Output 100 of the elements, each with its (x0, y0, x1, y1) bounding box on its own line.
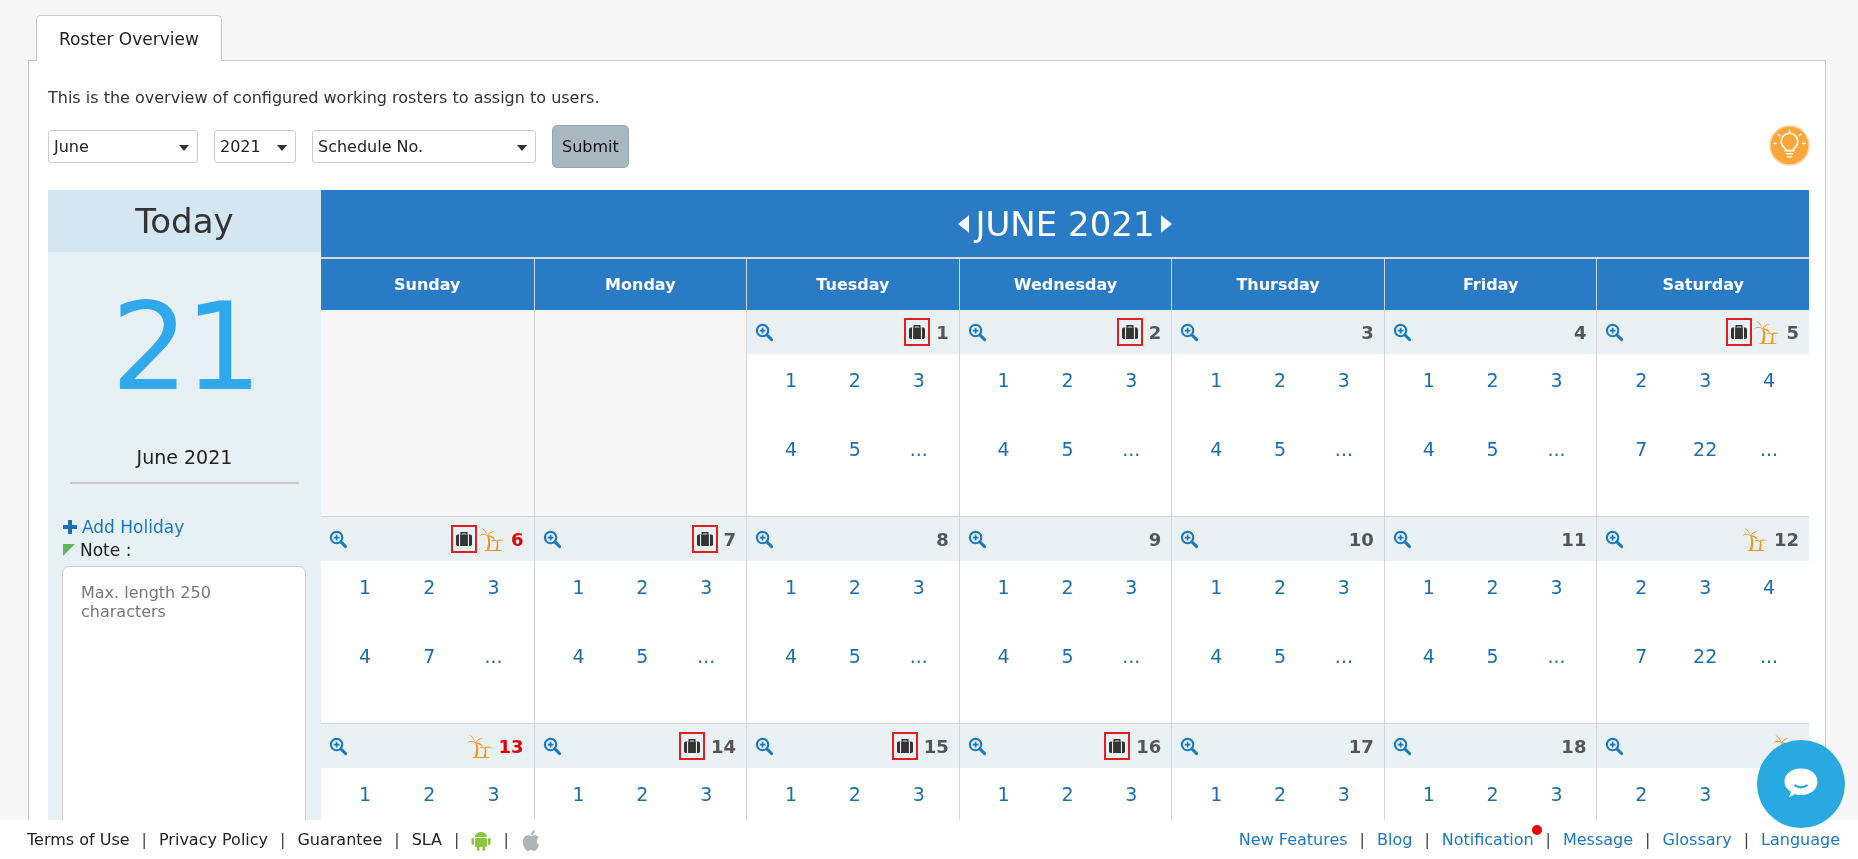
schedule-number-link[interactable]: 2 (1248, 782, 1312, 806)
schedule-number-link[interactable]: 1 (1396, 575, 1461, 599)
footer-link[interactable]: Guarantee (297, 830, 383, 849)
schedule-number-link[interactable]: 3 (1524, 368, 1589, 392)
zoom-in-icon[interactable] (1392, 529, 1412, 549)
schedule-number-link[interactable]: 2 (1460, 368, 1525, 392)
schedule-number-link[interactable]: 1 (1396, 368, 1461, 392)
zoom-in-icon[interactable] (1180, 736, 1200, 756)
briefcase-icon[interactable] (904, 318, 931, 346)
next-arrow-icon[interactable] (1160, 214, 1172, 233)
footer-link[interactable]: Blog (1377, 830, 1413, 849)
zoom-in-icon[interactable] (755, 322, 775, 342)
previous-arrow-icon[interactable] (958, 214, 970, 233)
schedule-number-link[interactable]: 2 (397, 575, 462, 599)
schedule-number-link[interactable]: 1 (546, 575, 611, 599)
schedule-number-link[interactable]: 3 (461, 782, 526, 806)
schedule-number-link[interactable]: 2 (823, 575, 887, 599)
schedule-number-link[interactable]: 1 (333, 782, 398, 806)
schedule-number-link[interactable]: 1 (759, 782, 823, 806)
schedule-number-link[interactable]: 2 (823, 368, 887, 392)
zoom-in-icon[interactable] (329, 736, 348, 756)
schedule-number-link[interactable]: ... (1737, 644, 1801, 668)
schedule-number-link[interactable]: 4 (971, 437, 1036, 461)
schedule-number-link[interactable]: 1 (546, 782, 611, 806)
footer-link[interactable]: Message (1562, 830, 1634, 849)
briefcase-icon[interactable] (1104, 732, 1131, 760)
schedule-number-link[interactable]: 1 (759, 575, 823, 599)
schedule-number-link[interactable]: 3 (886, 782, 951, 806)
schedule-number-link[interactable]: 7 (1609, 437, 1674, 461)
schedule-number-link[interactable]: 4 (1737, 368, 1801, 392)
schedule-number-link[interactable]: 2 (1248, 368, 1312, 392)
schedule-number-link[interactable]: 5 (823, 644, 887, 668)
schedule-number-link[interactable]: 5 (823, 437, 887, 461)
schedule-number-link[interactable]: ... (1099, 437, 1164, 461)
footer-link[interactable]: Notification (1441, 830, 1534, 849)
schedule-number-link[interactable]: 5 (1035, 437, 1100, 461)
schedule-number-link[interactable]: 2 (1609, 575, 1674, 599)
apple-icon[interactable] (520, 828, 541, 851)
schedule-number-link[interactable]: 1 (1396, 782, 1461, 806)
schedule-number-link[interactable]: 1 (971, 575, 1036, 599)
schedule-number-link[interactable]: 3 (1099, 368, 1164, 392)
schedule-number-link[interactable]: ... (1524, 437, 1589, 461)
schedule-number-link[interactable]: 3 (1524, 782, 1589, 806)
schedule-number-link[interactable]: ... (886, 644, 951, 668)
schedule-number-link[interactable]: ... (1737, 437, 1801, 461)
briefcase-icon[interactable] (451, 525, 478, 553)
schedule-number-link[interactable]: ... (461, 644, 526, 668)
schedule-number-link[interactable]: 2 (1035, 368, 1100, 392)
note-field[interactable]: Max. length 250 characters (62, 566, 306, 820)
schedule-number-link[interactable]: 3 (674, 782, 739, 806)
schedule-number-link[interactable]: 4 (1737, 575, 1801, 599)
zoom-in-icon[interactable] (1180, 322, 1200, 342)
schedule-number-link[interactable]: 3 (1099, 575, 1164, 599)
zoom-in-icon[interactable] (542, 529, 562, 549)
briefcase-icon[interactable] (891, 732, 918, 760)
schedule-number-link[interactable]: 3 (1673, 368, 1738, 392)
schedule-number-link[interactable]: 3 (1312, 368, 1376, 392)
schedule-number-link[interactable]: 4 (1184, 644, 1249, 668)
schedule-number-link[interactable]: 5 (1248, 437, 1312, 461)
zoom-in-icon[interactable] (329, 529, 348, 549)
schedule-number-link[interactable]: 7 (1609, 644, 1674, 668)
schedule-number-link[interactable]: 22 (1673, 437, 1738, 461)
schedule-number-link[interactable]: 3 (1673, 782, 1738, 806)
schedule-number-link[interactable]: 4 (759, 644, 823, 668)
schedule-number-link[interactable]: ... (674, 644, 739, 668)
schedule-number-link[interactable]: 3 (1524, 575, 1589, 599)
schedule-number-link[interactable]: 2 (1609, 368, 1674, 392)
briefcase-icon[interactable] (1726, 318, 1753, 346)
schedule-number-link[interactable]: 2 (1460, 575, 1525, 599)
schedule-number-link[interactable]: 5 (610, 644, 675, 668)
schedule-number-link[interactable]: 1 (1184, 575, 1249, 599)
schedule-number-link[interactable]: 3 (1673, 575, 1738, 599)
schedule-number-link[interactable]: 4 (971, 644, 1036, 668)
footer-link[interactable]: Language (1761, 830, 1840, 849)
schedule-number-link[interactable]: 2 (823, 782, 887, 806)
schedule-number-link[interactable]: 5 (1248, 644, 1312, 668)
schedule-number-link[interactable]: 4 (1396, 644, 1461, 668)
footer-link[interactable]: SLA (411, 830, 443, 849)
schedule-number-link[interactable]: 1 (1184, 368, 1249, 392)
zoom-in-icon[interactable] (1605, 529, 1625, 549)
zoom-in-icon[interactable] (755, 736, 775, 756)
schedule-number-link[interactable]: 2 (610, 782, 675, 806)
schedule-number-link[interactable]: 22 (1673, 644, 1738, 668)
schedule-number-link[interactable]: 2 (397, 782, 462, 806)
schedule-number-link[interactable]: 4 (333, 644, 398, 668)
schedule-number-link[interactable]: 5 (1460, 644, 1525, 668)
schedule-number-link[interactable]: 3 (1099, 782, 1164, 806)
submit-button[interactable]: Submit (552, 125, 629, 168)
schedule-number-link[interactable]: 3 (461, 575, 526, 599)
schedule-number-link[interactable]: 4 (759, 437, 823, 461)
zoom-in-icon[interactable] (755, 529, 775, 549)
tab[interactable]: Roster Overview (36, 15, 222, 61)
footer-link[interactable]: Terms of Use (27, 830, 130, 849)
schedule-number-link[interactable]: ... (1524, 644, 1589, 668)
schedule-number-link[interactable]: ... (1099, 644, 1164, 668)
footer-link[interactable]: New Features (1238, 830, 1348, 849)
schedule-number-link[interactable]: 2 (1460, 782, 1525, 806)
zoom-in-icon[interactable] (1605, 322, 1625, 342)
footer-link[interactable]: Privacy Policy (159, 830, 269, 849)
add-holiday-link[interactable]: Add Holiday (63, 517, 321, 538)
